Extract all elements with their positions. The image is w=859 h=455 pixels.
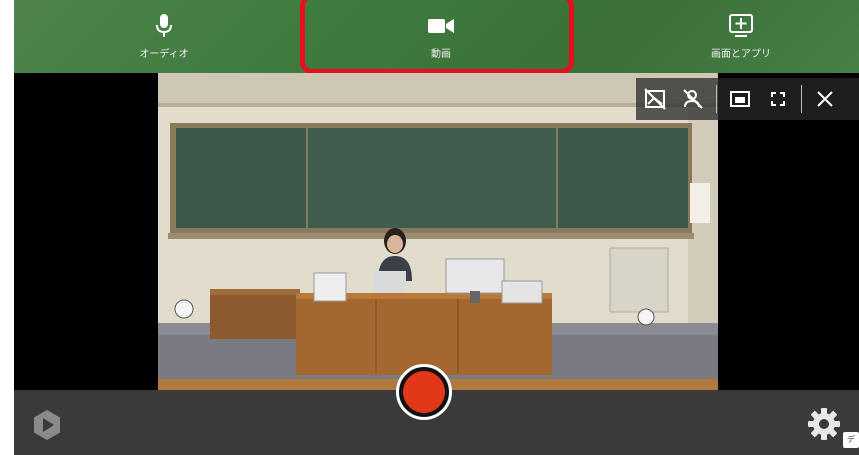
preview-controls	[636, 78, 859, 120]
classroom-scene	[158, 73, 718, 390]
record-button[interactable]	[396, 364, 452, 420]
tab-audio-label: オーディオ	[139, 49, 189, 60]
tab-video[interactable]: 動画	[306, 0, 576, 73]
picture-in-picture-icon[interactable]	[721, 78, 759, 120]
corner-tag: デ	[843, 432, 859, 448]
hide-person-icon[interactable]	[674, 78, 712, 120]
video-camera-icon	[428, 13, 454, 39]
close-icon[interactable]	[806, 78, 844, 120]
source-toolbar: オーディオ 動画 画面とアプリ	[14, 0, 859, 73]
screen-share-icon	[728, 13, 754, 39]
record-dot	[403, 371, 445, 413]
app-logo-icon	[32, 409, 62, 445]
microphone-icon	[156, 13, 172, 39]
tab-screen-and-apps[interactable]: 画面とアプリ	[666, 0, 816, 73]
control-divider	[801, 85, 802, 113]
window-edge	[0, 0, 14, 455]
fullscreen-icon[interactable]	[759, 78, 797, 120]
gear-icon[interactable]	[806, 406, 842, 446]
hide-background-icon[interactable]	[636, 78, 674, 120]
tab-screen-label: 画面とアプリ	[711, 49, 771, 60]
video-stage	[14, 73, 859, 390]
camera-preview	[158, 73, 718, 390]
tab-video-label: 動画	[431, 49, 451, 60]
control-divider	[716, 85, 717, 113]
tab-audio[interactable]: オーディオ	[104, 0, 224, 73]
